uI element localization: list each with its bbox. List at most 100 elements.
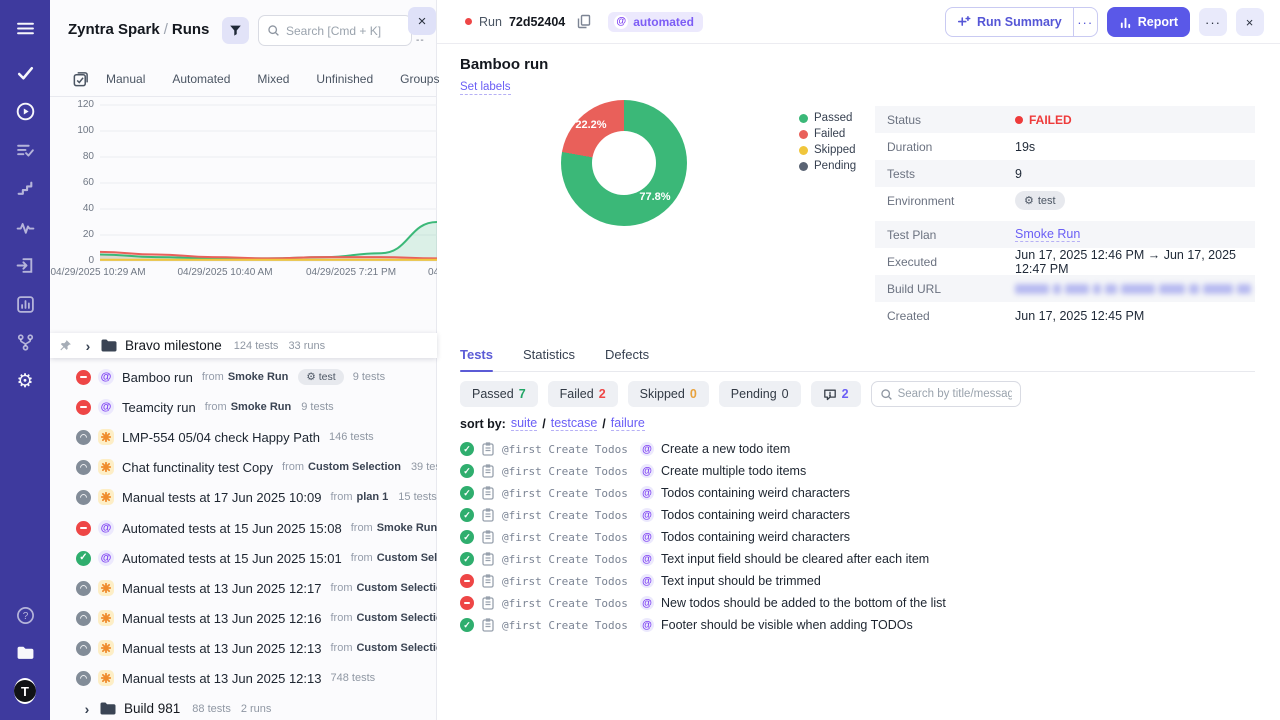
filter-passed[interactable]: Passed7: [460, 381, 538, 407]
run-row[interactable]: ✓ LMP-554 05/04 check Happy Path 146 tes…: [50, 424, 437, 450]
test-title: Create multiple todo items: [661, 464, 806, 478]
test-title: Create a new todo item: [661, 442, 790, 456]
chevron-right-icon[interactable]: ›: [82, 338, 94, 354]
settings-gear-icon[interactable]: ⚙: [14, 370, 36, 392]
test-row[interactable]: @first Create Todos... @ Todos containin…: [460, 482, 1255, 504]
test-suite: @first Create Todos...: [502, 597, 628, 610]
tab-statistics[interactable]: Statistics: [523, 347, 575, 371]
runs-play-icon[interactable]: [14, 100, 36, 122]
tests-search: [871, 381, 1021, 407]
run-summary-more-button[interactable]: ···: [1073, 8, 1097, 36]
run-status-icon: ✓: [76, 400, 91, 415]
run-tests-count: 39 tests: [411, 461, 437, 473]
run-summary-button[interactable]: Run Summary: [946, 8, 1073, 36]
pin-icon[interactable]: [59, 339, 72, 352]
run-status-icon: ✓: [76, 641, 91, 656]
runs-search-input[interactable]: [286, 24, 403, 38]
plans-list-check-icon[interactable]: [14, 139, 36, 161]
import-icon[interactable]: [14, 254, 36, 276]
tab-mixed[interactable]: Mixed: [257, 72, 289, 86]
panel-close-button[interactable]: ×: [408, 7, 436, 35]
detail-row-tests: Tests 9: [875, 160, 1255, 187]
test-row[interactable]: @first Create Todos... @ Text input fiel…: [460, 548, 1255, 570]
test-row[interactable]: @first Create Todos... @ Footer should b…: [460, 614, 1255, 636]
run-row[interactable]: ✓ Manual tests at 17 Jun 2025 10:09 from…: [50, 484, 437, 510]
tab-groups[interactable]: Groups: [400, 72, 439, 86]
filter-button[interactable]: [222, 17, 249, 44]
menu-icon[interactable]: [14, 17, 36, 39]
run-row[interactable]: ✓ Automated tests at 15 Jun 2025 15:01 f…: [50, 545, 437, 571]
filter-skipped[interactable]: Skipped0: [628, 381, 709, 407]
run-plan: Custom Selection: [308, 461, 401, 473]
test-row[interactable]: @first Create Todos... @ Create a new to…: [460, 438, 1255, 460]
run-name: Manual tests at 13 Jun 2025 12:16: [122, 611, 321, 626]
run-status-icon: ✓: [76, 671, 91, 686]
automated-badge[interactable]: @ automated: [608, 12, 703, 32]
sort-by-suite[interactable]: suite: [511, 416, 537, 431]
copy-icon[interactable]: [577, 14, 591, 29]
run-type-icon: [98, 429, 114, 445]
detail-row-test-plan: Test Plan Smoke Run: [875, 221, 1255, 248]
run-row[interactable]: ✓ Manual tests at 13 Jun 2025 12:13 from…: [50, 635, 437, 661]
pulse-icon[interactable]: [14, 216, 36, 238]
filter-failed[interactable]: Failed2: [548, 381, 618, 407]
failed-dot: [1015, 116, 1023, 124]
run-row[interactable]: ✓ Bamboo run from Smoke Run ⚙test 9 test…: [50, 364, 437, 390]
test-row[interactable]: @first Create Todos... @ Todos containin…: [460, 504, 1255, 526]
report-button[interactable]: Report: [1107, 7, 1190, 37]
y-tick: 0: [52, 255, 94, 266]
test-row[interactable]: @first Create Todos... @ Text input shou…: [460, 570, 1255, 592]
tests-check-icon[interactable]: [14, 62, 36, 84]
tab-unfinished[interactable]: Unfinished: [316, 72, 373, 86]
sort-by-testcase[interactable]: testcase: [551, 416, 598, 431]
run-row[interactable]: ✓ Manual tests at 13 Jun 2025 12:16 from…: [50, 605, 437, 631]
app-logo[interactable]: T: [14, 680, 36, 702]
group-tests-count: 124 tests: [234, 340, 279, 352]
test-row[interactable]: @first Create Todos... @ New todos shoul…: [460, 592, 1255, 614]
filter-comments[interactable]: 2: [811, 381, 861, 407]
test-plan-link[interactable]: Smoke Run: [1015, 227, 1080, 242]
test-status-icon: [460, 442, 474, 456]
tab-defects[interactable]: Defects: [605, 347, 649, 371]
analytics-chart-icon[interactable]: [14, 293, 36, 315]
help-icon[interactable]: ?: [14, 604, 36, 626]
tab-manual[interactable]: Manual: [106, 72, 145, 86]
steps-icon[interactable]: [14, 177, 36, 199]
run-name: Chat functinality test Copy: [122, 460, 273, 475]
milestone-group-row[interactable]: › Build 981 88 tests 2 runs: [50, 696, 437, 720]
detail-row-environment: Environment ⚙test: [875, 187, 1255, 214]
projects-folder-icon[interactable]: [14, 641, 36, 663]
filter-pending[interactable]: Pending0: [719, 381, 801, 407]
test-suite: @first Create Todos...: [502, 443, 628, 456]
tests-search-input[interactable]: [898, 388, 1012, 400]
run-from-label: from: [330, 491, 352, 503]
status-value: FAILED: [1029, 113, 1072, 127]
panel-collapse-handle[interactable]: --: [416, 35, 425, 46]
tab-tests[interactable]: Tests: [460, 347, 493, 371]
run-type-icon: [98, 489, 114, 505]
run-row[interactable]: ✓ Chat functinality test Copy from Custo…: [50, 454, 437, 480]
sort-by-failure[interactable]: failure: [611, 416, 645, 431]
run-row[interactable]: ✓ Automated tests at 15 Jun 2025 15:08 f…: [50, 515, 437, 541]
run-row[interactable]: ✓ Teamcity run from Smoke Run 9 tests: [50, 394, 437, 420]
set-labels-link[interactable]: Set labels: [460, 81, 511, 95]
test-row[interactable]: @first Create Todos... @ Create multiple…: [460, 460, 1255, 482]
run-name: Teamcity run: [122, 400, 196, 415]
chevron-right-icon[interactable]: ›: [81, 701, 93, 717]
run-row[interactable]: ✓ Manual tests at 13 Jun 2025 12:13 748 …: [50, 665, 437, 691]
select-all-icon[interactable]: [72, 71, 89, 88]
close-run-button[interactable]: ×: [1236, 8, 1264, 36]
build-url-redacted[interactable]: [1015, 284, 1251, 294]
breadcrumb-project[interactable]: Zyntra Spark: [68, 21, 160, 38]
branches-icon[interactable]: [14, 331, 36, 353]
donut-failed-label: 22.2%: [569, 119, 613, 131]
milestone-group-row[interactable]: › Bravo milestone 124 tests 33 runs: [50, 333, 437, 358]
test-suite: @first Create Todos...: [502, 487, 628, 500]
tab-automated[interactable]: Automated: [172, 72, 230, 86]
area-chart-svg: [100, 103, 437, 263]
test-row[interactable]: @first Create Todos... @ Todos containin…: [460, 526, 1255, 548]
more-actions-button[interactable]: ···: [1199, 8, 1227, 36]
run-status-icon: ✓: [76, 551, 91, 566]
detail-row-build-url: Build URL: [875, 275, 1255, 302]
run-row[interactable]: ✓ Manual tests at 13 Jun 2025 12:17 from…: [50, 575, 437, 601]
